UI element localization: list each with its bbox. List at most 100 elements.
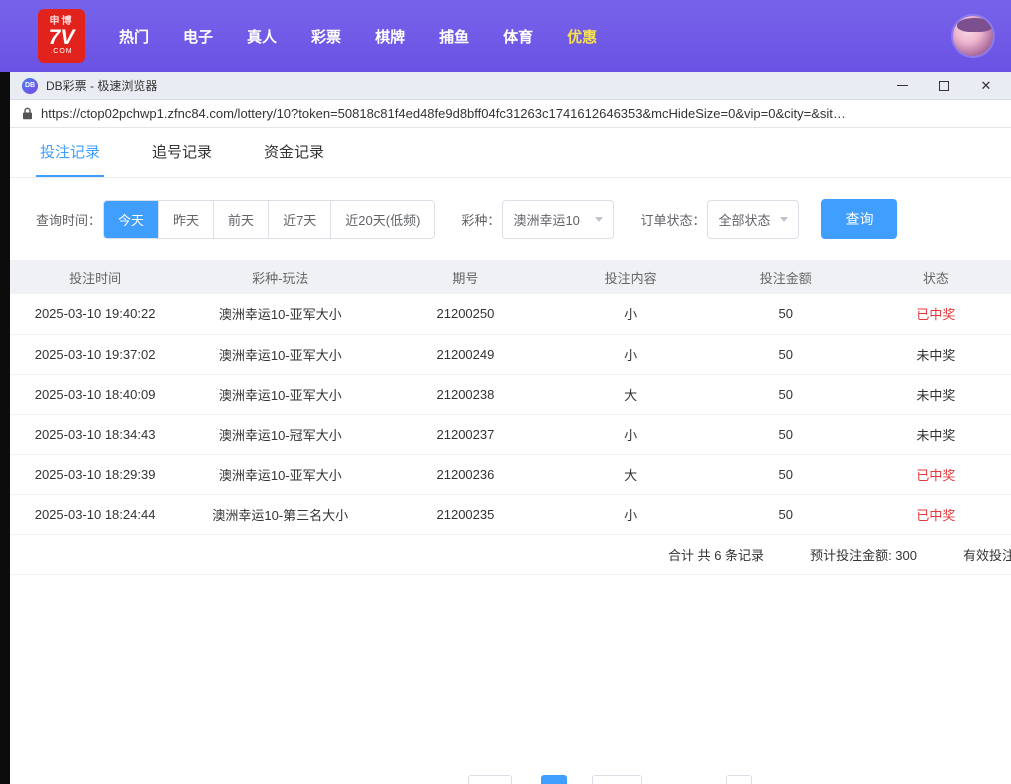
window-controls: ✕ xyxy=(895,79,993,93)
cell-status: 未中奖 xyxy=(861,334,1011,374)
time-filter-label: 查询时间： xyxy=(36,210,101,229)
cell-bet-content: 大 xyxy=(551,454,711,494)
cell-bet-time: 2025-03-10 18:24:44 xyxy=(10,494,180,534)
header-bet-content: 投注内容 xyxy=(551,260,711,294)
chevron-down-icon xyxy=(780,217,788,222)
maximize-icon xyxy=(939,81,949,91)
time-filter-2[interactable]: 昨天 xyxy=(158,201,213,238)
maximize-button[interactable] xyxy=(937,79,951,93)
brand-logo-main-text: 7V xyxy=(49,27,75,48)
order-status-value: 全部状态 xyxy=(718,210,770,229)
pagination-control[interactable] xyxy=(592,775,642,784)
time-filter-5[interactable]: 近20天(低频) xyxy=(330,201,434,238)
lottery-select-value: 澳洲幸运10 xyxy=(513,210,579,229)
cell-bet-time: 2025-03-10 19:37:02 xyxy=(10,334,180,374)
lottery-select[interactable]: 澳洲幸运10 xyxy=(502,200,614,239)
menu-item-2[interactable]: 电子 xyxy=(183,26,213,47)
menu-item-3[interactable]: 真人 xyxy=(247,26,277,47)
cell-lottery-play: 澳洲幸运10-第三名大小 xyxy=(180,494,380,534)
query-button[interactable]: 查询 xyxy=(821,199,897,239)
table-row-2[interactable]: 2025-03-10 19:37:02澳洲幸运10-亚军大小21200249小5… xyxy=(10,334,1011,374)
header-issue: 期号 xyxy=(380,260,550,294)
summary-total: 合计 共 6 条记录 xyxy=(668,545,764,564)
cell-bet-amount: 50 xyxy=(711,454,861,494)
cell-bet-amount: 50 xyxy=(711,334,861,374)
window-app-icon: DB xyxy=(22,78,38,94)
cell-bet-amount: 50 xyxy=(711,414,861,454)
screen: 申博 7V .COM 热门 电子 真人 彩票 棋牌 捕鱼 体育 优惠 DB DB彩票 - 极速… xyxy=(0,0,1011,784)
menu-item-6[interactable]: 捕鱼 xyxy=(439,26,469,47)
cell-issue: 21200250 xyxy=(380,294,550,334)
cell-status: 已中奖 xyxy=(861,454,1011,494)
table-header-row: 投注时间 彩种-玩法 期号 投注内容 投注金额 状态 xyxy=(10,260,1011,294)
cell-issue: 21200235 xyxy=(380,494,550,534)
cell-bet-amount: 50 xyxy=(711,494,861,534)
pagination-page-1[interactable] xyxy=(541,775,567,784)
cell-lottery-play: 澳洲幸运10-亚军大小 xyxy=(180,454,380,494)
header-status: 状态 xyxy=(861,260,1011,294)
tab-1[interactable]: 投注记录 xyxy=(36,128,104,177)
cell-bet-amount: 50 xyxy=(711,374,861,414)
cell-bet-content: 小 xyxy=(551,294,711,334)
cell-status: 未中奖 xyxy=(861,414,1011,454)
menu-item-1[interactable]: 热门 xyxy=(119,26,149,47)
cell-bet-time: 2025-03-10 18:40:09 xyxy=(10,374,180,414)
cell-issue: 21200238 xyxy=(380,374,550,414)
cell-issue: 21200237 xyxy=(380,414,550,454)
cell-lottery-play: 澳洲幸运10-亚军大小 xyxy=(180,374,380,414)
header-bet-time: 投注时间 xyxy=(10,260,180,294)
header-lottery-play: 彩种-玩法 xyxy=(180,260,380,294)
chevron-down-icon xyxy=(595,217,603,222)
menu-item-8[interactable]: 优惠 xyxy=(567,26,597,47)
table-row-6[interactable]: 2025-03-10 18:24:44澳洲幸运10-第三名大小21200235小… xyxy=(10,494,1011,534)
cell-lottery-play: 澳洲幸运10-亚军大小 xyxy=(180,294,380,334)
brand-logo-sub-text: .COM xyxy=(50,48,72,56)
pagination-size-select[interactable] xyxy=(468,775,512,784)
cell-bet-content: 小 xyxy=(551,334,711,374)
minimize-button[interactable] xyxy=(895,79,909,93)
window-titlebar: DB DB彩票 - 极速浏览器 ✕ xyxy=(10,72,1011,100)
cell-bet-time: 2025-03-10 19:40:22 xyxy=(10,294,180,334)
cell-lottery-play: 澳洲幸运10-冠军大小 xyxy=(180,414,380,454)
cell-lottery-play: 澳洲幸运10-亚军大小 xyxy=(180,334,380,374)
address-bar[interactable]: https://ctop02pchwp1.zfnc84.com/lottery/… xyxy=(10,100,1011,128)
browser-window: DB DB彩票 - 极速浏览器 ✕ https://ctop02pchwp1.z… xyxy=(10,72,1011,784)
record-tabs: 投注记录追号记录资金记录 xyxy=(10,128,1011,178)
page-content: 投注记录追号记录资金记录 查询时间： 今天昨天前天近7天近20天(低频) 彩种：… xyxy=(10,128,1011,784)
time-filter-group: 今天昨天前天近7天近20天(低频) xyxy=(103,200,435,239)
time-filter-3[interactable]: 前天 xyxy=(213,201,268,238)
url-text[interactable]: https://ctop02pchwp1.zfnc84.com/lottery/… xyxy=(41,106,846,121)
window-title: DB彩票 - 极速浏览器 xyxy=(46,77,157,94)
cell-status: 未中奖 xyxy=(861,374,1011,414)
table-row-5[interactable]: 2025-03-10 18:29:39澳洲幸运10-亚军大小21200236大5… xyxy=(10,454,1011,494)
tab-2[interactable]: 追号记录 xyxy=(148,128,216,177)
menu-item-7[interactable]: 体育 xyxy=(503,26,533,47)
summary-row: 合计 共 6 条记录 预计投注金额: 300 有效投注金额 xyxy=(10,535,1011,575)
close-button[interactable]: ✕ xyxy=(979,79,993,93)
menu-item-4[interactable]: 彩票 xyxy=(311,26,341,47)
cell-bet-amount: 50 xyxy=(711,294,861,334)
time-filter-4[interactable]: 近7天 xyxy=(268,201,330,238)
cell-bet-content: 小 xyxy=(551,494,711,534)
table-body: 2025-03-10 19:40:22澳洲幸运10-亚军大小21200250小5… xyxy=(10,294,1011,534)
time-filter-1[interactable]: 今天 xyxy=(104,201,158,238)
cell-bet-content: 大 xyxy=(551,374,711,414)
table-row-1[interactable]: 2025-03-10 19:40:22澳洲幸运10-亚军大小21200250小5… xyxy=(10,294,1011,334)
tab-3[interactable]: 资金记录 xyxy=(260,128,328,177)
lock-icon xyxy=(22,107,33,120)
lottery-label: 彩种： xyxy=(461,210,500,229)
filter-bar: 查询时间： 今天昨天前天近7天近20天(低频) 彩种： 澳洲幸运10 订单状态：… xyxy=(10,178,1011,260)
cell-bet-time: 2025-03-10 18:34:43 xyxy=(10,414,180,454)
header-bet-amount: 投注金额 xyxy=(711,260,861,294)
cell-bet-content: 小 xyxy=(551,414,711,454)
brand-logo[interactable]: 申博 7V .COM xyxy=(38,9,85,63)
main-menu: 热门 电子 真人 彩票 棋牌 捕鱼 体育 优惠 xyxy=(119,26,597,47)
pagination-jump-input[interactable] xyxy=(726,775,752,784)
cell-bet-time: 2025-03-10 18:29:39 xyxy=(10,454,180,494)
user-avatar[interactable] xyxy=(951,14,995,58)
menu-item-5[interactable]: 棋牌 xyxy=(375,26,405,47)
table-row-4[interactable]: 2025-03-10 18:34:43澳洲幸运10-冠军大小21200237小5… xyxy=(10,414,1011,454)
table-row-3[interactable]: 2025-03-10 18:40:09澳洲幸运10-亚军大小21200238大5… xyxy=(10,374,1011,414)
order-status-label: 订单状态： xyxy=(640,210,705,229)
order-status-select[interactable]: 全部状态 xyxy=(707,200,799,239)
